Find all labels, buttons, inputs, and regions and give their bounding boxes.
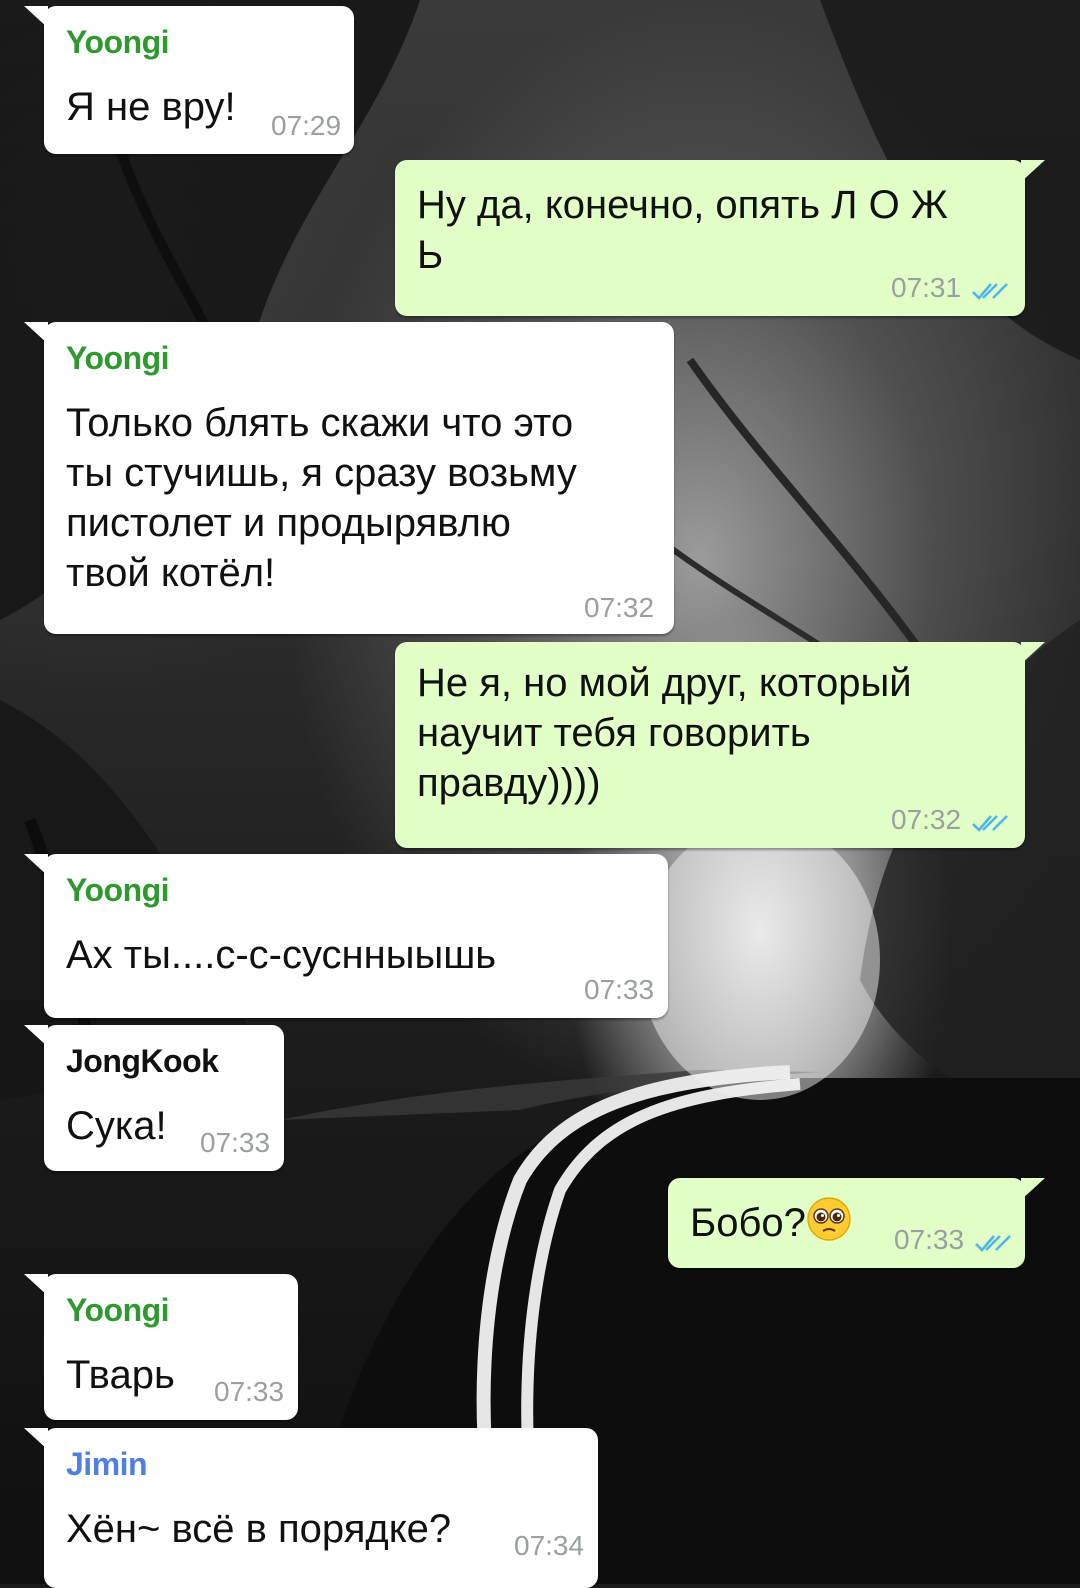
- sender-name[interactable]: Yoongi: [66, 872, 170, 909]
- message-bubble-incoming[interactable]: Yoongi Я не вру! 07:29: [24, 6, 354, 154]
- double-check-icon: [972, 815, 1008, 832]
- message-text: Я не вру!: [66, 85, 236, 129]
- message-text: Ну да, конечно, опять Л О Ж Ь: [417, 183, 948, 277]
- message-time: 07:33: [584, 974, 655, 1005]
- message-bubble-incoming[interactable]: Yoongi Тварь 07:33: [24, 1274, 298, 1420]
- message-bubble-incoming[interactable]: Yoongi Только блять скажи что это ты сту…: [24, 322, 674, 634]
- message-text: Тварь: [66, 1353, 175, 1397]
- sender-name[interactable]: JongKook: [66, 1043, 219, 1080]
- message-text: Сука!: [66, 1104, 167, 1148]
- sender-name[interactable]: Yoongi: [66, 340, 170, 377]
- double-check-icon: [972, 283, 1008, 300]
- message-text: Бобо?: [690, 1196, 852, 1248]
- message-bubble-outgoing[interactable]: Ну да, конечно, опять Л О Ж Ь 07:31: [395, 160, 1045, 316]
- message-bubble-incoming[interactable]: Yoongi Ах ты....с-с-суснныышь 07:33: [24, 854, 668, 1018]
- message-time: 07:29: [271, 110, 342, 141]
- double-check-icon: [975, 1235, 1011, 1252]
- message-time: 07:31: [891, 272, 962, 303]
- message-text: Не я, но мой друг, который научит тебя г…: [417, 661, 912, 805]
- message-time: 07:33: [894, 1224, 965, 1255]
- message-list[interactable]: Yoongi Я не вру! 07:29 Ну да, конечно, о…: [0, 0, 1080, 1588]
- message-bubble-incoming[interactable]: Jimin Хён~ всё в порядке? 07:34: [24, 1428, 598, 1588]
- sender-name[interactable]: Yoongi: [66, 1292, 170, 1329]
- message-text-content: Бобо?: [690, 1201, 806, 1245]
- message-text: Только блять скажи что это ты стучишь, я…: [66, 401, 577, 595]
- sender-name[interactable]: Yoongi: [66, 24, 170, 61]
- message-bubble-incoming[interactable]: JongKook Сука! 07:33: [24, 1025, 284, 1171]
- pleading-face-emoji-icon: [807, 1197, 851, 1241]
- message-text: Ах ты....с-с-суснныышь: [66, 933, 497, 977]
- message-time: 07:33: [214, 1376, 285, 1407]
- message-time: 07:34: [514, 1530, 585, 1561]
- message-time: 07:32: [891, 804, 962, 835]
- sender-name[interactable]: Jimin: [66, 1446, 148, 1483]
- message-bubble-outgoing[interactable]: Не я, но мой друг, который научит тебя г…: [395, 642, 1045, 848]
- message-time: 07:33: [200, 1127, 271, 1158]
- message-text: Хён~ всё в порядке?: [66, 1507, 452, 1551]
- message-bubble-outgoing[interactable]: Бобо? 07:33: [668, 1178, 1045, 1268]
- message-time: 07:32: [584, 592, 655, 623]
